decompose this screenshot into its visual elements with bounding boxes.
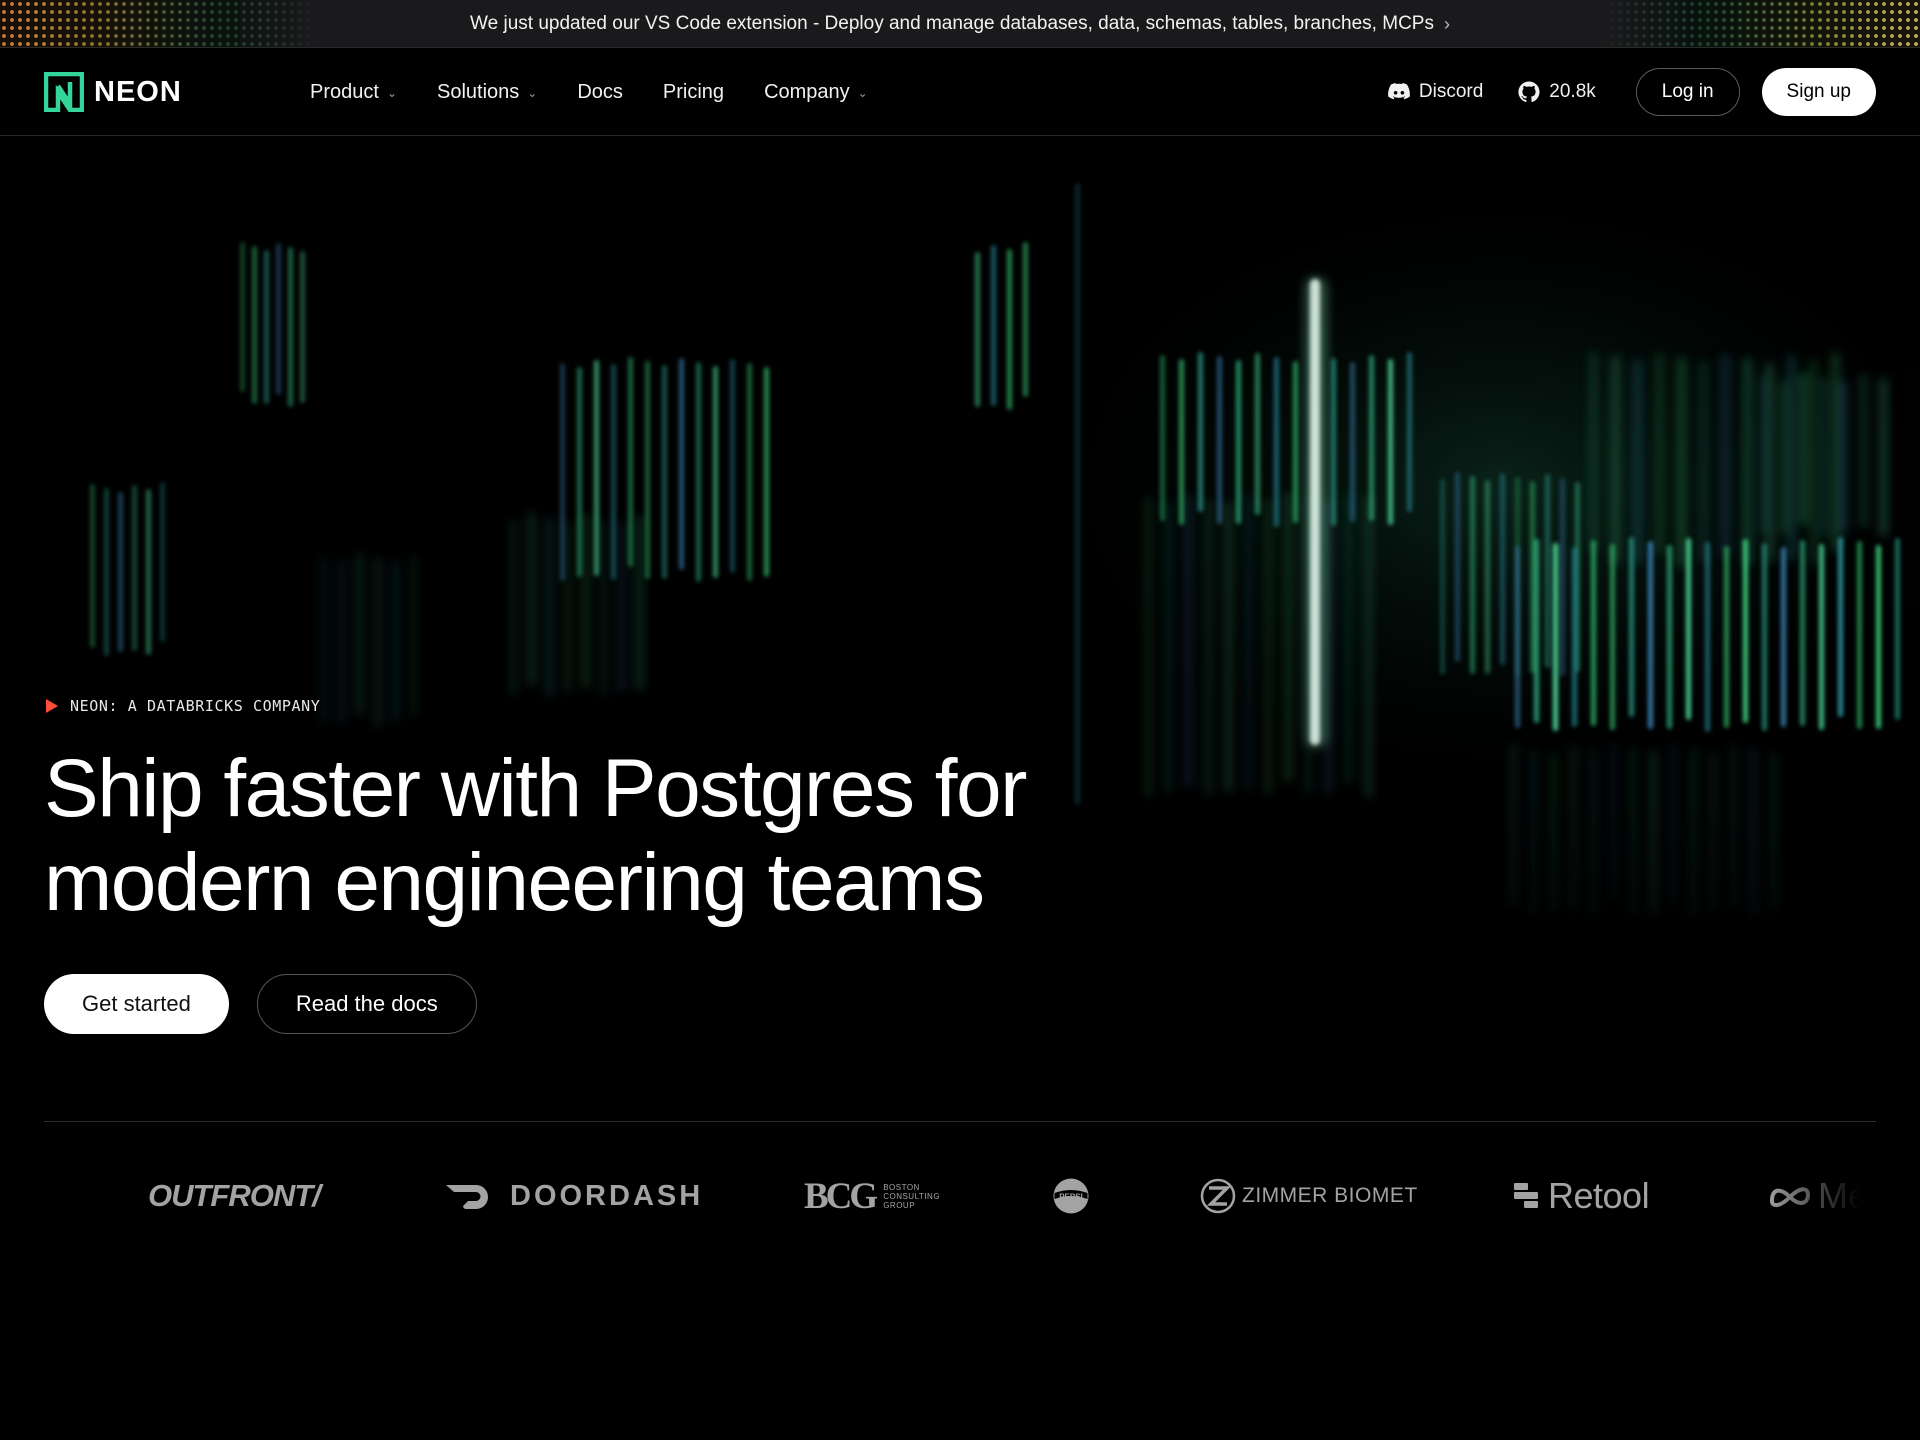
nav-item-pricing[interactable]: Pricing xyxy=(663,81,724,104)
pepsi-globe-icon: PEPSI xyxy=(1053,1178,1089,1214)
customer-logos: OUTFRONT/ DOORDASH BCG BOSTON CONSULTING… xyxy=(44,1160,1876,1232)
retool-icon xyxy=(1514,1183,1538,1208)
announcement-text: We just updated our VS Code extension - … xyxy=(470,12,1434,34)
headline-line-2: modern engineering teams xyxy=(44,837,985,928)
retool-logo: Retool xyxy=(1512,1160,1650,1232)
headline-line-1: Ship faster with Postgres for xyxy=(44,743,1027,834)
meta-infinity-icon xyxy=(1769,1187,1811,1208)
hero-headline: Ship faster with Postgres for modern eng… xyxy=(44,742,1144,930)
section-divider xyxy=(44,1121,1876,1122)
chevron-down-icon: ⌄ xyxy=(857,86,868,100)
announcement-link[interactable]: We just updated our VS Code extension - … xyxy=(470,13,1450,35)
hero-cta-row: Get started Read the docs xyxy=(44,974,477,1034)
get-started-button[interactable]: Get started xyxy=(44,974,229,1034)
doordash-logo: DOORDASH xyxy=(444,1160,703,1232)
play-triangle-icon xyxy=(46,699,58,713)
neon-logo-icon xyxy=(44,72,84,112)
eyebrow-text: NEON: A DATABRICKS COMPANY xyxy=(70,697,321,715)
chevron-down-icon: ⌄ xyxy=(527,86,538,100)
github-stars: 20.8k xyxy=(1549,81,1596,102)
nav-menu: Product ⌄ Solutions ⌄ Docs Pricing Compa… xyxy=(310,48,868,136)
svg-text:PEPSI: PEPSI xyxy=(1059,1193,1083,1202)
nav-item-company[interactable]: Company ⌄ xyxy=(764,81,868,104)
chevron-right-icon: › xyxy=(1443,13,1450,34)
signup-button[interactable]: Sign up xyxy=(1761,68,1876,116)
outfront-logo: OUTFRONT/ xyxy=(148,1178,321,1213)
zimmer-biomet-logo: ZIMMER BIOMET xyxy=(1200,1160,1418,1232)
discord-icon xyxy=(1387,83,1410,100)
announcement-bar: We just updated our VS Code extension - … xyxy=(0,0,1920,48)
chevron-down-icon: ⌄ xyxy=(386,86,397,100)
github-icon xyxy=(1518,81,1540,103)
read-docs-button[interactable]: Read the docs xyxy=(256,974,477,1034)
nav-item-docs[interactable]: Docs xyxy=(577,81,623,104)
nav-actions: Discord 20.8k Log in Sign up xyxy=(1387,48,1876,136)
doordash-icon xyxy=(446,1185,488,1209)
bcg-logo: BCG BOSTON CONSULTING GROUP xyxy=(804,1175,941,1217)
pepsi-logo: PEPSI xyxy=(1052,1160,1090,1232)
main-nav: NEON Product ⌄ Solutions ⌄ Docs Pricing … xyxy=(0,48,1920,136)
nav-item-product[interactable]: Product ⌄ xyxy=(310,81,397,104)
login-button[interactable]: Log in xyxy=(1635,68,1740,116)
meta-logo: Me xyxy=(1768,1160,1868,1232)
github-link[interactable]: 20.8k xyxy=(1517,80,1596,104)
hero-eyebrow: NEON: A DATABRICKS COMPANY xyxy=(46,697,320,715)
nav-item-solutions[interactable]: Solutions ⌄ xyxy=(437,81,537,104)
discord-link[interactable]: Discord xyxy=(1387,81,1483,103)
neon-logo[interactable]: NEON xyxy=(44,72,182,112)
discord-label: Discord xyxy=(1418,81,1484,102)
logo-text: NEON xyxy=(94,75,182,108)
zimmer-icon xyxy=(1200,1178,1236,1214)
